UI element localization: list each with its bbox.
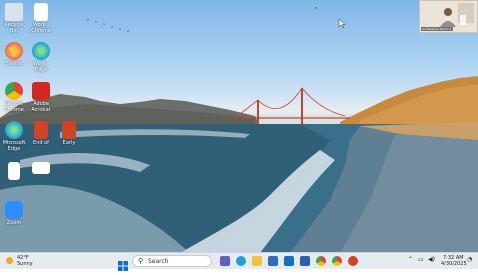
chrome-icon[interactable] xyxy=(332,256,342,266)
taskbar-search[interactable]: ⚲ Search xyxy=(132,255,212,267)
edge-icon[interactable] xyxy=(236,256,246,266)
file-icon xyxy=(8,162,20,180)
desktop-icon-powerpoint-end[interactable]: End of xyxy=(27,121,55,146)
desktop-icon-label: Work - Edge xyxy=(32,61,50,73)
weather-condition: Sunny xyxy=(17,261,33,267)
desktop-icon-label: Google Chrome xyxy=(4,101,24,113)
desktop-icon-file[interactable] xyxy=(0,162,28,181)
adobe-acrobat-icon xyxy=(32,82,50,100)
recycle-bin-icon xyxy=(5,3,23,21)
document-icon xyxy=(34,3,48,21)
network-icon[interactable]: ▭ xyxy=(418,257,424,263)
desktop-icon-firefox[interactable]: Firefox xyxy=(0,42,28,67)
weather-widget[interactable]: 42°F Sunny xyxy=(4,254,44,268)
chrome-icon[interactable] xyxy=(316,256,326,266)
desktop-wallpaper: Recycle Bin Work - Chrome Firefox Work -… xyxy=(0,0,478,253)
desktop-icon-powerpoint-early[interactable]: Early xyxy=(55,121,83,146)
desktop-icon-google-chrome[interactable]: Google Chrome xyxy=(0,82,28,113)
edge-icon xyxy=(32,42,50,60)
store-icon[interactable] xyxy=(268,256,278,266)
chrome-icon xyxy=(5,82,23,100)
zoom-icon xyxy=(5,201,23,219)
desktop-icon-recycle-bin[interactable]: Recycle Bin xyxy=(0,3,28,34)
start-button[interactable] xyxy=(118,256,128,271)
camera-overlay[interactable]: Conference Room 1 xyxy=(419,0,478,33)
desktop-icon-label: Work - Chrome xyxy=(31,22,51,34)
desktop-icon-zoom[interactable]: Zoom xyxy=(0,201,28,226)
search-icon: ⚲ xyxy=(138,257,144,265)
desktop-icon-label: Adobe Acrobat xyxy=(31,101,51,113)
windows-icon xyxy=(118,261,128,271)
desktop-icon-label: Early xyxy=(62,140,76,146)
edge-icon xyxy=(5,121,23,139)
file-icon xyxy=(32,162,50,174)
volume-icon[interactable]: ◀) xyxy=(428,257,435,263)
camera-caption: Conference Room 1 xyxy=(421,27,453,31)
taskbar: 42°F Sunny ⚲ Search ⌃ ▭ ◀) 7:32 AM 4/30/… xyxy=(0,252,478,271)
notification-bell-icon[interactable]: ◔ xyxy=(467,257,472,263)
chevron-up-icon[interactable]: ⌃ xyxy=(408,257,413,263)
powerpoint-icon xyxy=(34,121,48,139)
powerpoint-icon xyxy=(62,121,76,139)
desktop-icon-file[interactable] xyxy=(27,162,55,175)
desktop-icon-label: Microsoft Edge xyxy=(2,140,26,152)
word-icon[interactable] xyxy=(300,256,310,266)
desktop-icon-adobe-acrobat[interactable]: Adobe Acrobat xyxy=(27,82,55,113)
search-placeholder: Search xyxy=(148,258,169,265)
teams-icon[interactable] xyxy=(220,256,230,266)
sun-icon xyxy=(6,257,13,264)
clock-date[interactable]: 4/30/2025 xyxy=(441,261,467,267)
desktop-icon-label: End of xyxy=(33,140,49,146)
desktop-icon-label: Firefox xyxy=(5,61,23,67)
desktop-icon-label: Zoom xyxy=(6,220,22,226)
desktop-icon-work-edge[interactable]: Work - Edge xyxy=(27,42,55,73)
desktop-icon-microsoft-edge[interactable]: Microsoft Edge xyxy=(0,121,28,152)
desktop-icon-work-chrome[interactable]: Work - Chrome xyxy=(27,3,55,34)
firefox-icon xyxy=(5,42,23,60)
powerpoint-icon[interactable] xyxy=(348,256,358,266)
file-explorer-icon[interactable] xyxy=(252,256,262,266)
desktop-icon-label: Recycle Bin xyxy=(4,22,24,34)
outlook-icon[interactable] xyxy=(284,256,294,266)
